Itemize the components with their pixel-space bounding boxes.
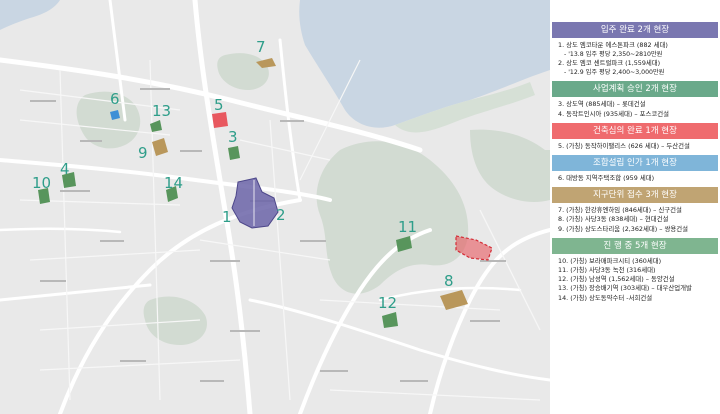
screenshot-root: 1 2 3 4 5 6 7 8 9 10 11 12 13 14 입주 완료 2… <box>0 0 720 414</box>
legend-item: 13. (가칭) 장승배기역 (303세대) – 대우산업개발 <box>558 284 692 293</box>
legend-item: 3. 상도역 (885세대) – 롯데건설 <box>558 100 646 109</box>
marker-3[interactable]: 3 <box>228 128 238 146</box>
legend-item: 2. 상도 엠코 센트럴파크 (1,559세대) <box>558 59 661 68</box>
legend-item: 1. 상도 엠코타운 에스톤파크 (882 세대) <box>558 41 668 49</box>
legend-item: 8. (가칭) 사당3동 (838세대) – 현대건설 <box>558 215 669 224</box>
marker-7[interactable]: 7 <box>256 38 266 56</box>
marker-10[interactable]: 10 <box>32 174 51 192</box>
marker-2[interactable]: 2 <box>276 206 286 224</box>
marker-6[interactable]: 6 <box>110 90 120 108</box>
legend-item: 4. 동작트인시아 (935세대) – 포스코건설 <box>558 109 670 118</box>
legend-heading: 입주 완료 2개 현장 <box>552 22 718 38</box>
legend-item: 10. (가칭) 보라매파크시티 (360세대) <box>558 256 662 265</box>
marker-11[interactable]: 11 <box>398 218 417 236</box>
legend-subitem: - '12.9 입주 평당 2,400~3,000만원 <box>564 69 665 77</box>
site-3-polygon[interactable] <box>228 146 240 160</box>
legend-heading: 진 행 중 5개 현장 <box>552 237 718 254</box>
marker-9[interactable]: 9 <box>138 144 148 162</box>
marker-14[interactable]: 14 <box>164 174 183 192</box>
legend-heading: 건축심의 완료 1개 현장 <box>552 122 718 139</box>
marker-13[interactable]: 13 <box>152 102 171 120</box>
marker-12[interactable]: 12 <box>378 294 397 312</box>
legend-section-approved: 사업계획 승인 2개 현장 3. 상도역 (885세대) – 롯데건설 4. 동… <box>552 81 718 118</box>
marker-1[interactable]: 1 <box>222 208 232 226</box>
legend-subitem: - '13.8 입주 평당 2,350~2810만원 <box>564 51 663 59</box>
legend-section-completed: 입주 완료 2개 현장 1. 상도 엠코타운 에스톤파크 (882 세대) - … <box>552 22 718 77</box>
marker-8[interactable]: 8 <box>444 272 454 290</box>
legend-section-district: 지구단위 접수 3개 현장 7. (가칭) 한강휴엔하임 (846세대) – 신… <box>552 187 718 234</box>
legend-panel: 입주 완료 2개 현장 1. 상도 엠코타운 에스톤파크 (882 세대) - … <box>552 22 718 414</box>
legend-section-association: 조합설립 인가 1개 현장 6. 대방동 지역주택조합 (959 세대) <box>552 155 718 183</box>
legend-item: 9. (가칭) 상도스타리움 (2,362세대) – 쌍용건설 <box>558 224 689 233</box>
marker-5[interactable]: 5 <box>214 96 224 114</box>
legend-section-in-progress: 진 행 중 5개 현장 10. (가칭) 보라매파크시티 (360세대) 11.… <box>552 237 718 303</box>
legend-item: 14. (가칭) 상도동약수터 -서희건설 <box>558 293 653 302</box>
legend-heading: 사업계획 승인 2개 현장 <box>552 81 718 98</box>
legend-item: 5. (가칭) 동작하이팰리스 (626 세대) – 두산건설 <box>558 141 690 150</box>
marker-4[interactable]: 4 <box>60 160 70 178</box>
site-5-polygon[interactable] <box>212 112 228 128</box>
legend-heading: 조합설립 인가 1개 현장 <box>552 155 718 172</box>
legend-item: 11. (가칭) 사당3동 녹천 (316세대) <box>558 266 656 275</box>
district-map[interactable]: 1 2 3 4 5 6 7 8 9 10 11 12 13 14 <box>0 0 550 414</box>
legend-heading: 지구단위 접수 3개 현장 <box>552 187 718 204</box>
legend-section-review: 건축심의 완료 1개 현장 5. (가칭) 동작하이팰리스 (626 세대) –… <box>552 122 718 151</box>
legend-item: 6. 대방동 지역주택조합 (959 세대) <box>558 174 655 183</box>
